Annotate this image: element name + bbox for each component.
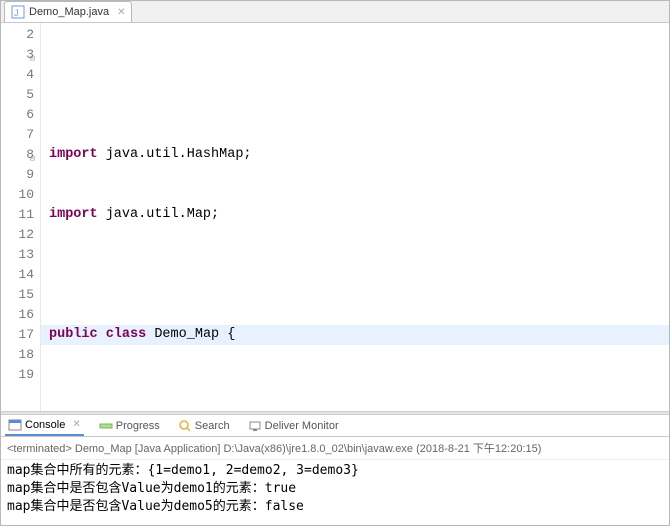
console-line: map集合中是否包含Value为demo1的元素：true [7, 480, 663, 498]
editor-area: 2 3⊟ 4 5 6 7 8⊟ 9 10 11 12 13 14 15 16 1… [1, 23, 669, 411]
tab-search-label: Search [195, 420, 230, 432]
console-line: map集合中所有的元素：{1=demo1, 2=demo2, 3=demo3} [7, 462, 663, 480]
tab-progress-label: Progress [116, 420, 160, 432]
tab-console[interactable]: Console ✕ [5, 416, 84, 436]
tab-deliver-label: Deliver Monitor [265, 420, 339, 432]
console-header: <terminated> Demo_Map [Java Application]… [1, 437, 669, 460]
bottom-panel: Console ✕ Progress Search Deliver Monito… [1, 415, 669, 525]
tab-console-label: Console [25, 419, 65, 431]
console-output[interactable]: map集合中所有的元素：{1=demo1, 2=demo2, 3=demo3} … [1, 460, 669, 525]
console-line: map集合中是否包含Value为demo5的元素：false [7, 498, 663, 516]
svg-text:J: J [14, 8, 19, 18]
editor-tabs-bar: J Demo_Map.java ✕ [1, 1, 669, 23]
monitor-icon [248, 419, 262, 433]
progress-icon [99, 419, 113, 433]
console-icon [8, 418, 22, 432]
tab-deliver-monitor[interactable]: Deliver Monitor [245, 417, 342, 435]
bottom-tabs-bar: Console ✕ Progress Search Deliver Monito… [1, 415, 669, 437]
close-icon[interactable]: ✕ [72, 419, 80, 430]
close-icon[interactable]: ✕ [117, 7, 125, 18]
tab-label: Demo_Map.java [29, 6, 109, 18]
search-icon [178, 419, 192, 433]
tab-search[interactable]: Search [175, 417, 233, 435]
tab-progress[interactable]: Progress [96, 417, 163, 435]
code-editor[interactable]: import java.util.HashMap; import java.ut… [41, 23, 669, 411]
tab-demo-map[interactable]: J Demo_Map.java ✕ [4, 1, 132, 22]
java-file-icon: J [11, 5, 25, 19]
line-number-gutter: 2 3⊟ 4 5 6 7 8⊟ 9 10 11 12 13 14 15 16 1… [1, 23, 41, 411]
